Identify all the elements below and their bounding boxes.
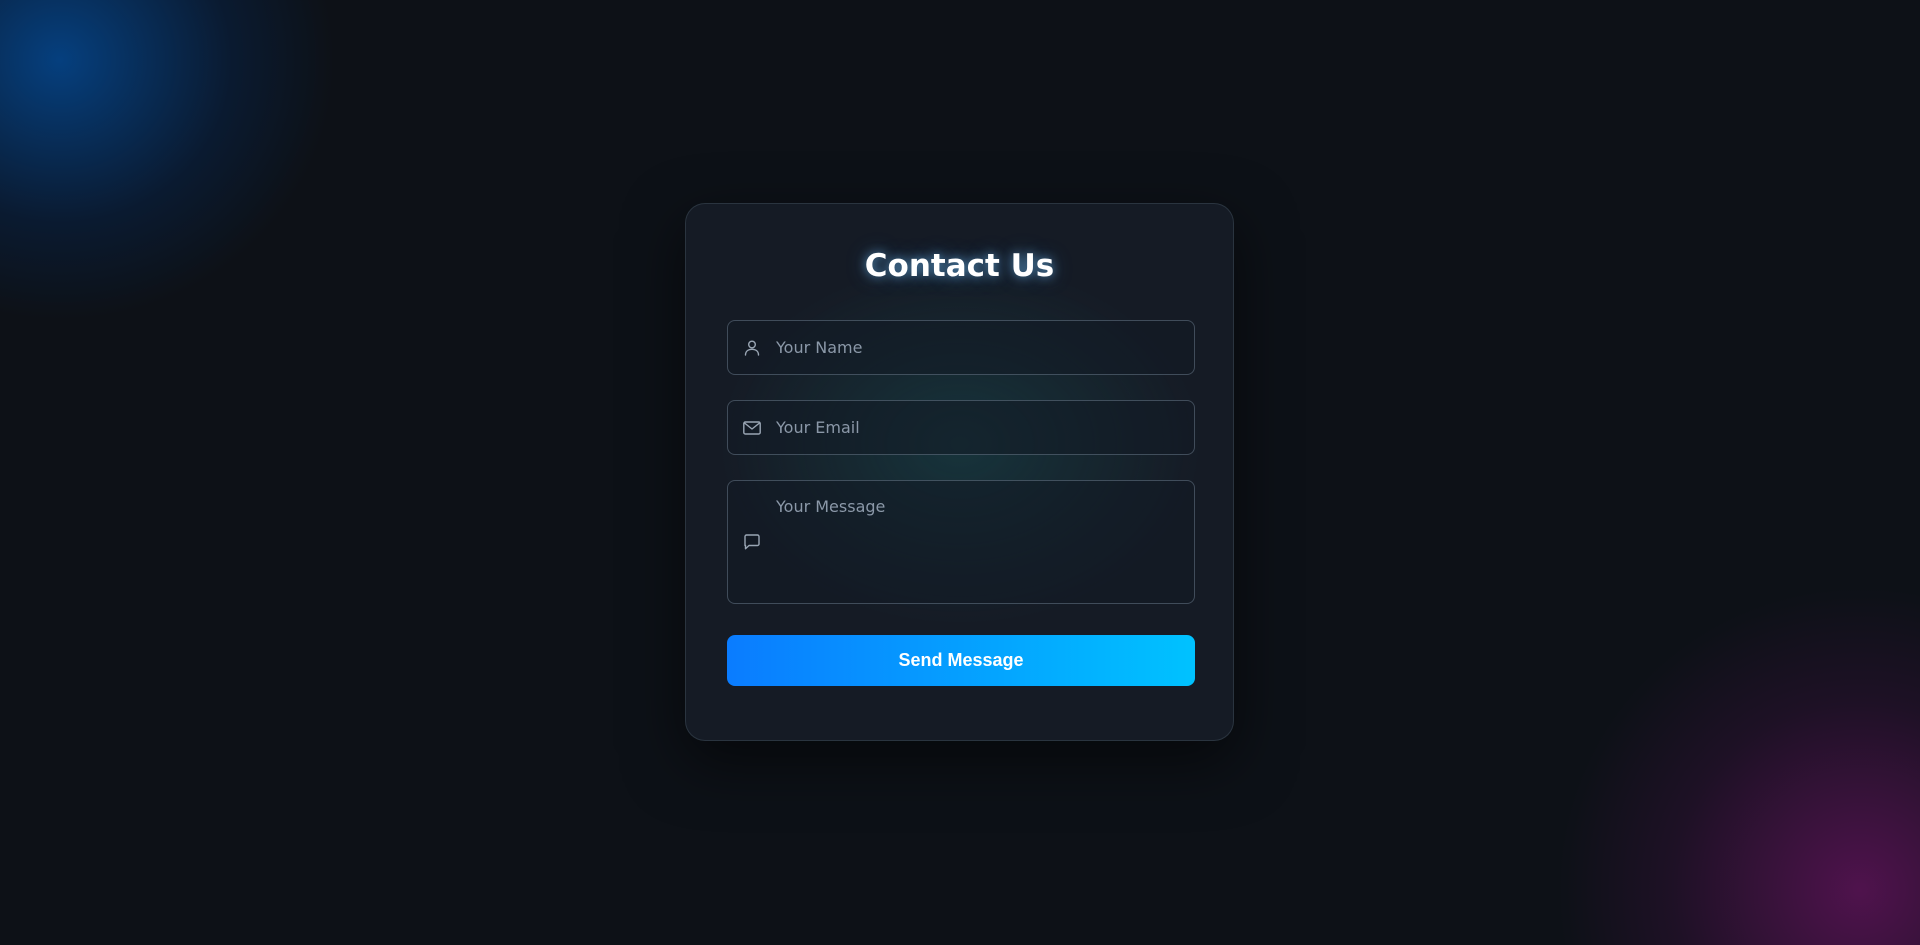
send-message-button[interactable]: Send Message xyxy=(727,635,1195,686)
user-icon xyxy=(742,338,762,358)
message-field[interactable] xyxy=(727,480,1195,604)
mail-icon xyxy=(742,418,762,438)
contact-form-card: Contact Us Send Message xyxy=(685,203,1234,741)
message-bubble-icon xyxy=(742,532,762,552)
name-input[interactable] xyxy=(776,321,1182,374)
message-textarea[interactable] xyxy=(776,497,1182,593)
email-field[interactable] xyxy=(727,400,1195,455)
form-title: Contact Us xyxy=(864,248,1055,284)
name-field[interactable] xyxy=(727,320,1195,375)
email-input[interactable] xyxy=(776,401,1182,454)
